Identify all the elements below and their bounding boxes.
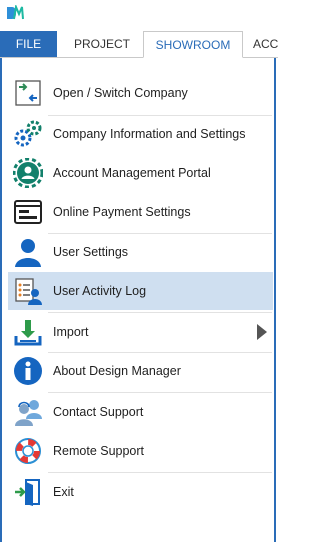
- menu-item-open-switch-company[interactable]: Open / Switch Company: [8, 74, 273, 112]
- file-menu: Open / Switch Company Company Informatio…: [0, 58, 276, 542]
- tab-file[interactable]: FILE: [0, 31, 57, 57]
- menu-item-account-management-portal[interactable]: Account Management Portal: [8, 154, 273, 192]
- tab-project[interactable]: PROJECT: [66, 31, 138, 57]
- menu-item-exit[interactable]: Exit: [8, 473, 273, 511]
- company-settings-gears-icon: [14, 120, 42, 147]
- menu-item-label: Remote Support: [53, 444, 145, 458]
- menu-item-label: Import: [53, 325, 89, 339]
- menu-item-user-activity-log[interactable]: User Activity Log: [8, 272, 273, 310]
- activity-log-user-icon: [15, 278, 42, 305]
- menu-item-import[interactable]: Import: [8, 313, 273, 351]
- import-tray-icon: [14, 320, 42, 346]
- menu-item-label: User Settings: [53, 245, 129, 259]
- account-portal-gear-user-icon: [13, 158, 43, 188]
- contact-support-users-icon: [15, 400, 42, 426]
- menu-item-label: Account Management Portal: [53, 166, 211, 180]
- tab-showroom[interactable]: SHOWROOM: [143, 31, 243, 58]
- menu-item-company-information[interactable]: Company Information and Settings: [8, 115, 273, 153]
- ribbon-tabs: FILE PROJECT SHOWROOM ACC: [0, 31, 278, 58]
- submenu-arrow-icon: [257, 324, 267, 340]
- menu-item-about-design-manager[interactable]: About Design Manager: [8, 352, 273, 390]
- user-icon: [15, 239, 41, 267]
- menu-item-label: Open / Switch Company: [53, 86, 188, 100]
- menu-item-remote-support[interactable]: Remote Support: [8, 432, 273, 470]
- tab-account[interactable]: ACC: [253, 31, 293, 57]
- menu-item-contact-support[interactable]: Contact Support: [8, 393, 273, 431]
- info-icon: [14, 357, 42, 385]
- menu-item-online-payment-settings[interactable]: Online Payment Settings: [8, 193, 273, 231]
- menu-item-label: Online Payment Settings: [53, 205, 191, 219]
- menu-item-label: Exit: [53, 485, 74, 499]
- designmanager-logo-icon: [7, 5, 24, 20]
- menu-item-label: User Activity Log: [53, 284, 147, 298]
- menu-item-label: Contact Support: [53, 405, 144, 419]
- open-switch-company-icon: [15, 80, 41, 106]
- menu-item-user-settings[interactable]: User Settings: [8, 233, 273, 271]
- exit-door-icon: [15, 479, 40, 506]
- menu-item-label: Company Information and Settings: [53, 127, 246, 141]
- menu-item-label: About Design Manager: [53, 364, 181, 378]
- lifebuoy-icon: [15, 438, 41, 464]
- title-bar: [0, 0, 278, 30]
- online-payment-window-icon: [14, 200, 42, 224]
